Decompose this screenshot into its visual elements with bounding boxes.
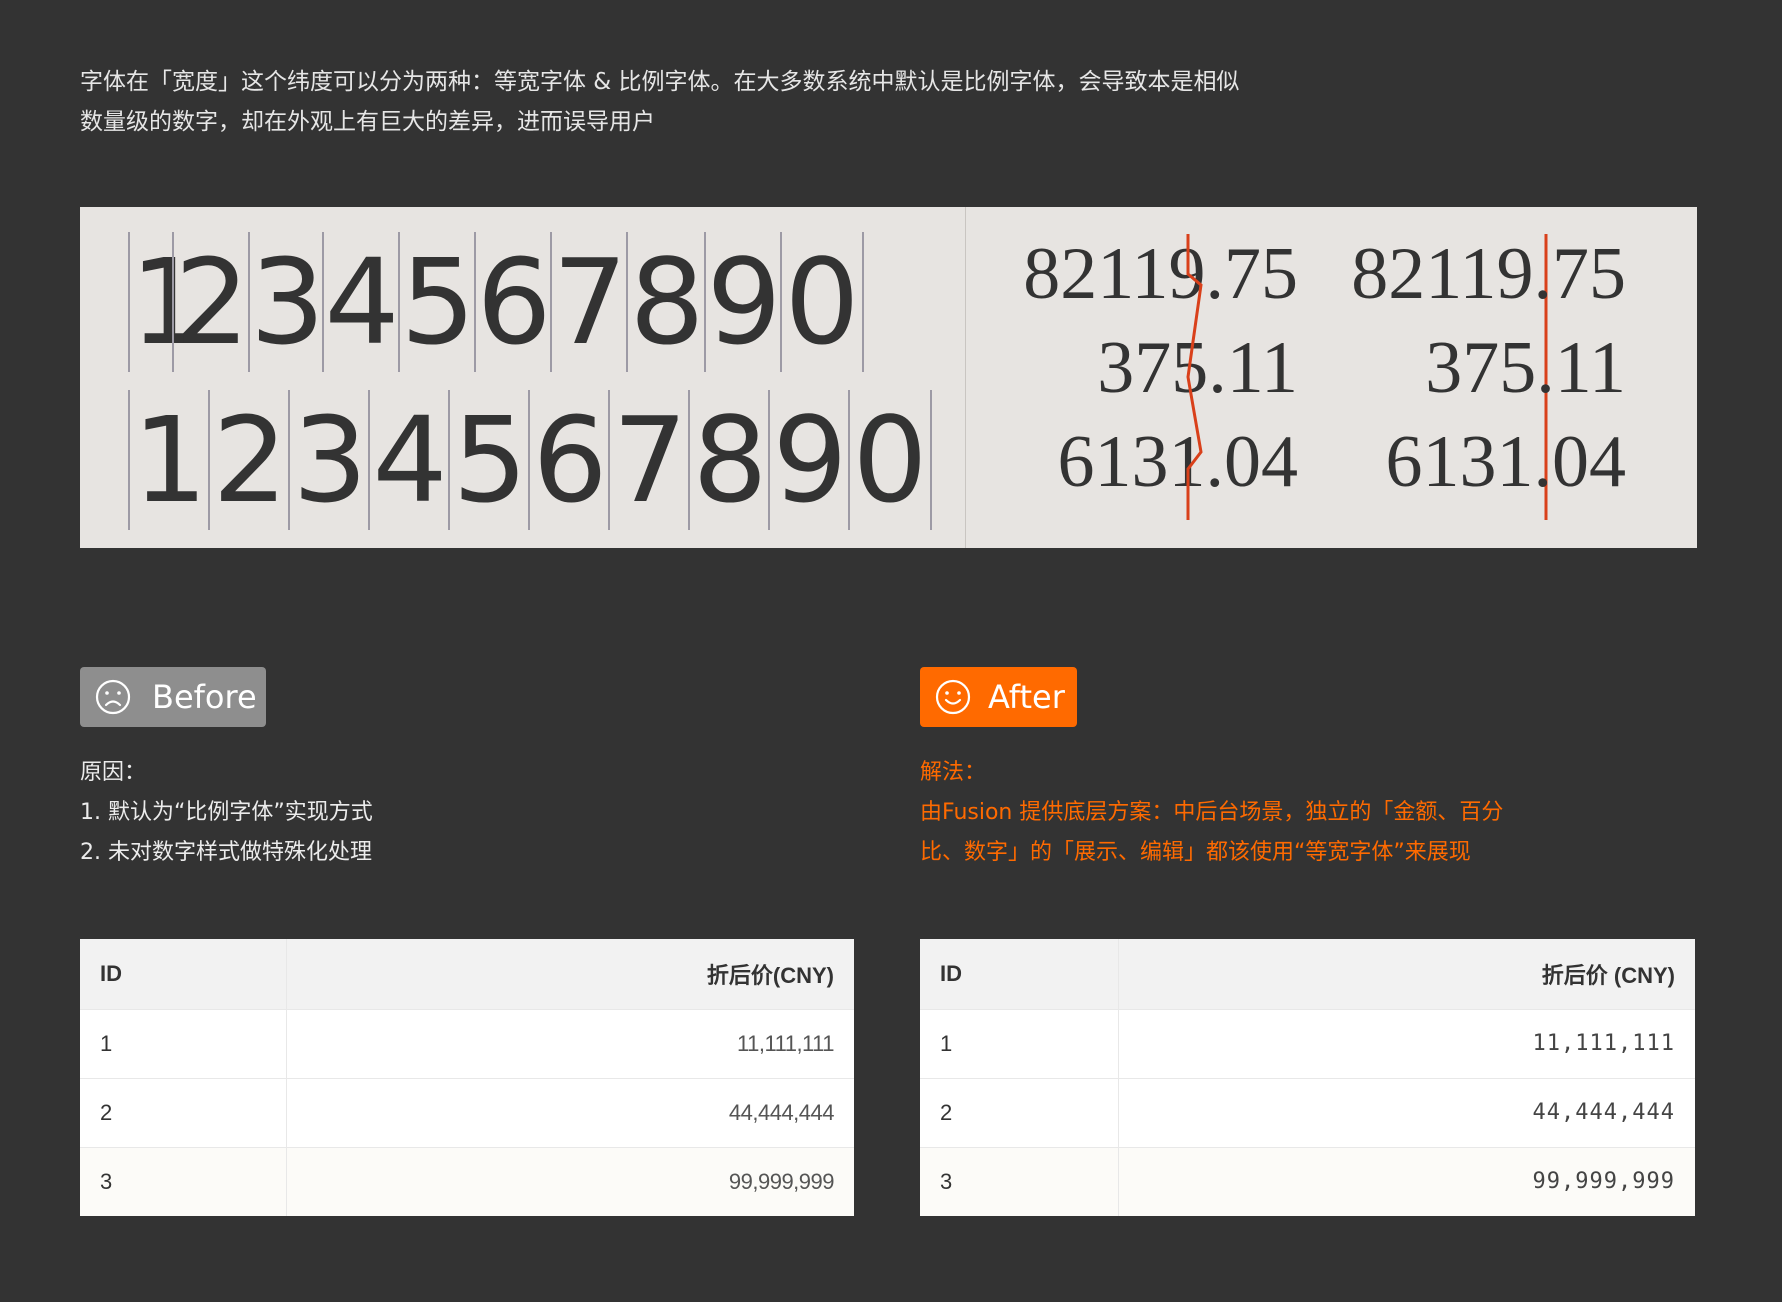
sad-face-icon [95, 679, 131, 715]
cell-price: 11,111,111 [1118, 1009, 1695, 1079]
before-label: Before [152, 678, 257, 716]
font-width-illustration: 1234567890 1234567890 82119.75 375.11 61… [80, 207, 1697, 548]
before-note-item: 2. 未对数字样式做特殊化处理 [80, 840, 372, 865]
zigzag-guide-line [1186, 234, 1203, 520]
number-line: 82119.75 [1351, 233, 1626, 315]
cell-id: 1 [80, 1009, 287, 1079]
cell-price: 44,444,444 [286, 1078, 854, 1148]
number-line: 375.11 [1425, 327, 1626, 409]
after-table: ID 折后价 (CNY) 1 11,111,111 2 44,444,444 3… [920, 939, 1695, 1216]
intro-paragraph: 字体在「宽度」这个纬度可以分为两种：等宽字体 & 比例字体。在大多数系统中默认是… [80, 62, 1440, 142]
column-header-price[interactable]: 折后价(CNY) [286, 939, 854, 1010]
before-table: ID 折后价(CNY) 1 11,111,111 2 44,444,444 3 … [80, 939, 854, 1216]
cell-price: 99,999,999 [1118, 1147, 1695, 1216]
smile-face-icon [935, 679, 971, 715]
after-note-item: 由Fusion 提供底层方案：中后台场景，独立的「金额、百分 [920, 800, 1504, 825]
before-notes: 原因： 1. 默认为“比例字体”实现方式 2. 未对数字样式做特殊化处理 [80, 753, 373, 873]
after-label: After [988, 678, 1065, 716]
column-header-id[interactable]: ID [920, 939, 1119, 1010]
table-row: 1 11,111,111 [920, 1009, 1695, 1079]
after-notes: 解法： 由Fusion 提供底层方案：中后台场景，独立的「金额、百分 比、数字」… [920, 753, 1560, 873]
intro-line-2: 数量级的数字，却在外观上有巨大的差异，进而误导用户 [80, 109, 655, 135]
cell-price: 99,999,999 [286, 1147, 854, 1216]
table-row: 2 44,444,444 [920, 1078, 1695, 1148]
after-note-item: 比、数字」的「展示、编辑」都该使用“等宽字体”来展现 [920, 840, 1471, 865]
column-header-id[interactable]: ID [80, 939, 287, 1010]
aligned-numbers: 82119.75 375.11 6131.04 [1336, 227, 1626, 509]
intro-line-1: 字体在「宽度」这个纬度可以分为两种：等宽字体 & 比例字体。在大多数系统中默认是… [80, 69, 1240, 95]
after-notes-title: 解法： [920, 760, 987, 785]
cell-price: 44,444,444 [1118, 1078, 1695, 1148]
table-header-row: ID 折后价 (CNY) [920, 939, 1695, 1010]
table-row: 1 11,111,111 [80, 1009, 854, 1079]
number-line: 6131.04 [1385, 421, 1627, 503]
column-header-price[interactable]: 折后价 (CNY) [1118, 939, 1695, 1010]
cell-id: 3 [920, 1147, 1119, 1216]
after-tag: After [920, 667, 1077, 727]
table-row: 3 99,999,999 [80, 1147, 854, 1216]
cell-id: 2 [920, 1078, 1119, 1148]
table-row: 2 44,444,444 [80, 1078, 854, 1148]
cell-id: 1 [920, 1009, 1119, 1079]
cell-id: 3 [80, 1147, 287, 1216]
table-row: 3 99,999,999 [920, 1147, 1695, 1216]
table-header-row: ID 折后价(CNY) [80, 939, 854, 1010]
before-note-item: 1. 默认为“比例字体”实现方式 [80, 800, 373, 825]
before-tag: Before [80, 667, 266, 727]
before-notes-title: 原因： [80, 760, 147, 785]
cell-id: 2 [80, 1078, 287, 1148]
cell-price: 11,111,111 [286, 1009, 854, 1079]
